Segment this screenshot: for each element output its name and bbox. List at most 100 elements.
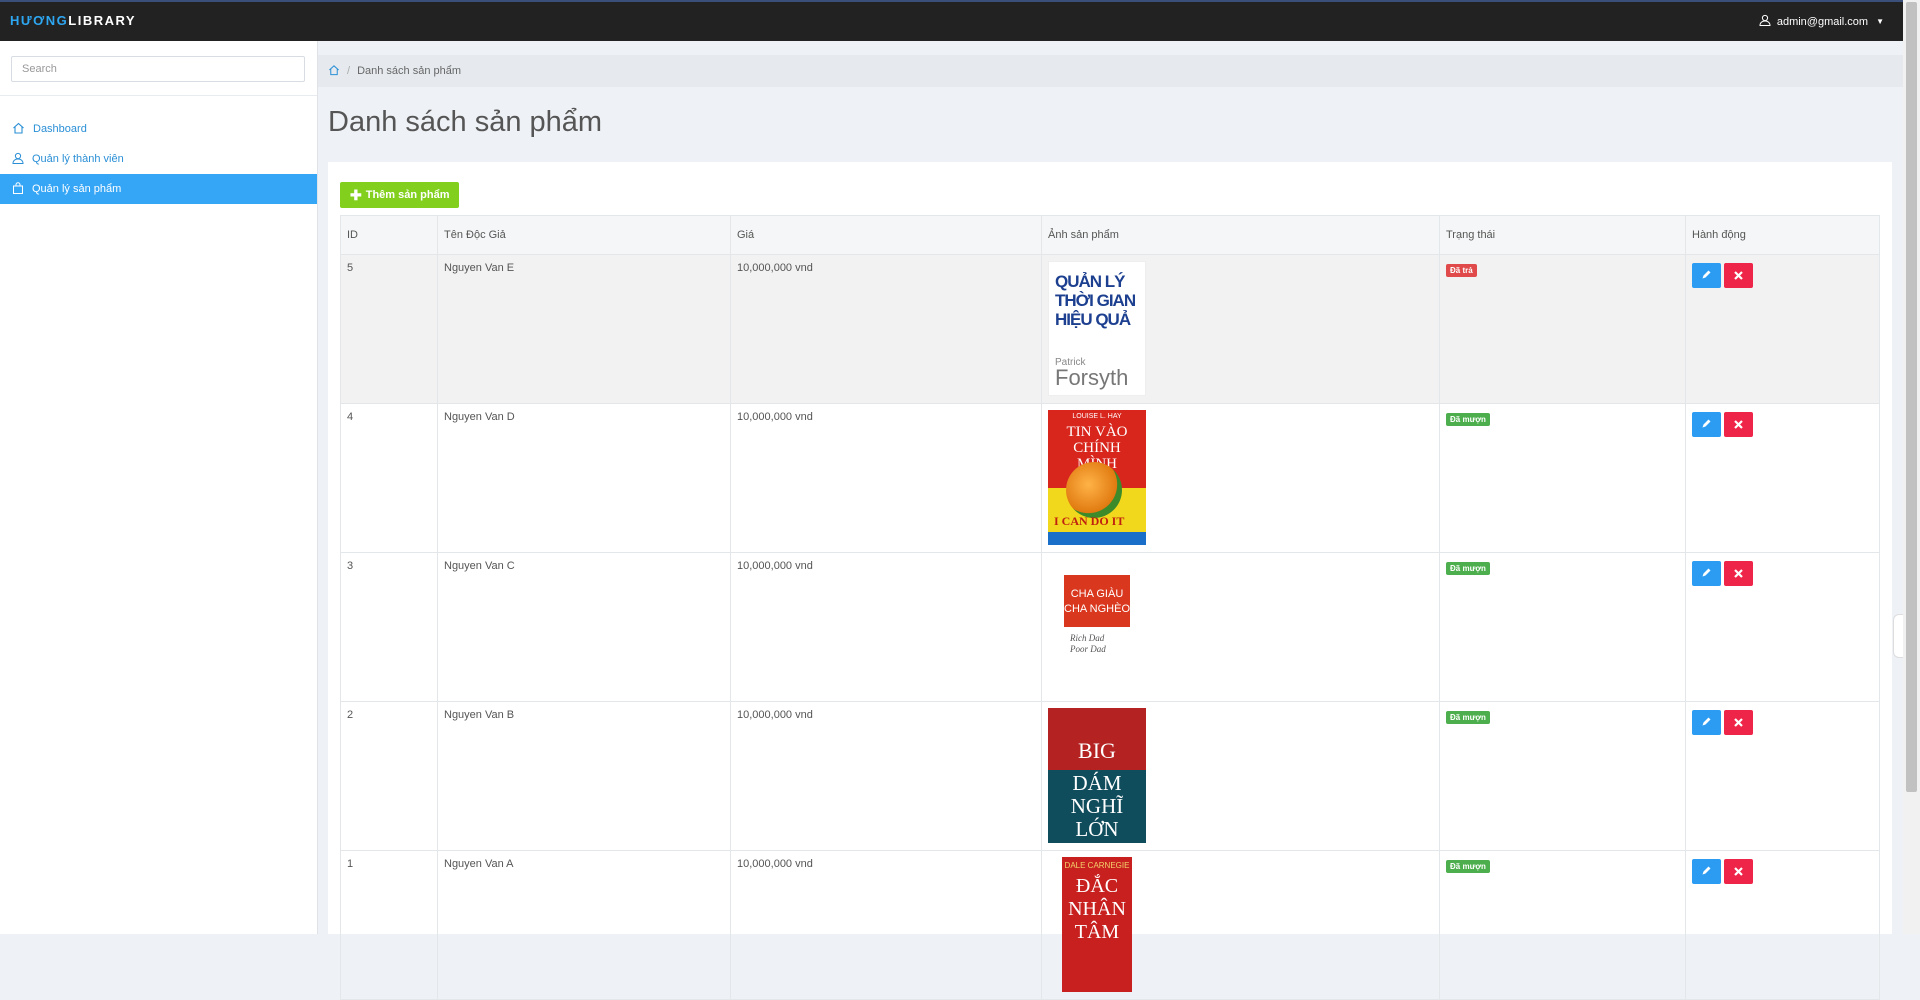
delete-button[interactable] [1724,412,1753,437]
cover-subtitle: I CAN DO IT [1054,514,1125,528]
add-product-button[interactable]: ✚ Thêm sản phẩm [340,182,460,208]
edit-button[interactable] [1692,561,1721,586]
table-row: 5 Nguyen Van E 10,000,000 vnd QUẢN LÝ TH… [340,254,1880,404]
cell-name: Nguyen Van B [437,701,731,851]
book-cover-image: QUẢN LÝ THỜI GIAN HIỆU QUẢ Patrick Forsy… [1048,261,1146,396]
breadcrumb-current: Danh sách sản phẩm [357,65,462,77]
book-cover-image: LOUISE L. HAY TIN VÀO CHÍNH MÌNH I CAN D… [1048,410,1146,545]
cell-image: LOUISE L. HAY TIN VÀO CHÍNH MÌNH I CAN D… [1041,403,1440,553]
home-icon [12,122,25,137]
cell-name: Nguyen Van A [437,850,731,1000]
cover-author: Forsyth [1055,365,1129,390]
cell-image: BIG DÁM NGHĨ LỚN [1041,701,1440,851]
brand-logo[interactable]: HƯƠNGLIBRARY [10,13,136,28]
sidebar-item-label: Dashboard [33,123,87,135]
cell-price: 10,000,000 vnd [730,701,1042,851]
cell-status: Đã mượn [1439,850,1686,1000]
sidebar-item-label: Quản lý sản phẩm [32,183,122,195]
delete-button[interactable] [1724,710,1753,735]
sidebar-item-members[interactable]: Quản lý thành viên [0,144,317,174]
brand-part1: HƯƠNG [10,13,69,28]
status-badge: Đã mượn [1446,711,1490,724]
cell-image: QUẢN LÝ THỜI GIAN HIỆU QUẢ Patrick Forsy… [1041,254,1440,404]
cell-status: Đã mượn [1439,552,1686,702]
book-cover-image: CHA GIÀU CHA NGHÈO Rich Dad Poor Dad [1062,559,1132,694]
sidebar-nav: Dashboard Quản lý thành viên Quản lý sản… [0,114,317,204]
cell-name: Nguyen Van C [437,552,731,702]
bag-icon [12,181,24,197]
status-badge: Đã mượn [1446,860,1490,873]
delete-button[interactable] [1724,263,1753,288]
cell-status: Đã mượn [1439,403,1686,553]
column-header[interactable]: Hành động [1685,215,1880,255]
column-header[interactable]: Trạng thái [1439,215,1686,255]
close-icon [1734,417,1743,432]
user-icon [1759,14,1771,29]
sidebar: Dashboard Quản lý thành viên Quản lý sản… [0,41,318,934]
cell-image: CHA GIÀU CHA NGHÈO Rich Dad Poor Dad [1041,552,1440,702]
cell-id: 5 [340,254,438,404]
edit-button[interactable] [1692,412,1721,437]
table-row: 1 Nguyen Van A 10,000,000 vnd DALE CARNE… [340,850,1880,1000]
table-row: 3 Nguyen Van C 10,000,000 vnd CHA GIÀU C… [340,552,1880,702]
edit-button[interactable] [1692,263,1721,288]
search-input[interactable] [12,57,304,81]
book-cover-image: DALE CARNEGIE ĐẮC NHÂN TÂM [1062,857,1132,992]
cell-price: 10,000,000 vnd [730,552,1042,702]
search-box [11,56,305,82]
cell-image: DALE CARNEGIE ĐẮC NHÂN TÂM [1041,850,1440,1000]
pencil-icon [1701,566,1712,581]
cover-title-top: BIG [1078,738,1116,763]
sidebar-item-products[interactable]: Quản lý sản phẩm [0,174,317,204]
sidebar-item-dashboard[interactable]: Dashboard [0,114,317,144]
pencil-icon [1701,715,1712,730]
cell-name: Nguyen Van D [437,403,731,553]
user-menu[interactable]: admin@gmail.com ▼ [1759,14,1884,29]
edit-button[interactable] [1692,859,1721,884]
cell-id: 2 [340,701,438,851]
sidebar-divider [0,95,317,96]
pencil-icon [1701,417,1712,432]
status-badge: Đã trả [1446,264,1477,277]
cell-name: Nguyen Van E [437,254,731,404]
vertical-scrollbar[interactable] [1903,0,1920,934]
book-cover-image: BIG DÁM NGHĨ LỚN [1048,708,1146,843]
delete-button[interactable] [1724,561,1753,586]
sidebar-item-label: Quản lý thành viên [32,153,124,165]
cell-status: Đã mượn [1439,701,1686,851]
breadcrumb-separator: / [347,65,351,77]
cover-title: DÁM NGHĨ LỚN [1070,771,1124,841]
user-email: admin@gmail.com [1776,15,1869,28]
cell-price: 10,000,000 vnd [730,850,1042,1000]
cell-price: 10,000,000 vnd [730,254,1042,404]
home-icon[interactable] [328,64,340,79]
cell-actions [1685,850,1880,1000]
cover-subtitle: Rich Dad Poor Dad [1070,633,1106,654]
cell-id: 3 [340,552,438,702]
column-header[interactable]: Ảnh sản phẩm [1041,215,1440,255]
close-icon [1734,268,1743,283]
products-panel: ✚ Thêm sản phẩm ID Tên Độc Giả Giá Ảnh s… [328,162,1892,1000]
top-navbar: HƯƠNGLIBRARY admin@gmail.com ▼ [0,0,1920,41]
delete-button[interactable] [1724,859,1753,884]
table-row: 2 Nguyen Van B 10,000,000 vnd BIG DÁM NG… [340,701,1880,851]
cell-actions [1685,552,1880,702]
table-row: 4 Nguyen Van D 10,000,000 vnd LOUISE L. … [340,403,1880,553]
products-table: ID Tên Độc Giả Giá Ảnh sản phẩm Trạng th… [340,215,1880,1000]
pencil-icon [1701,268,1712,283]
status-badge: Đã mượn [1446,413,1490,426]
cover-title: CHA GIÀU CHA NGHÈO [1064,588,1131,615]
table-header-row: ID Tên Độc Giả Giá Ảnh sản phẩm Trạng th… [340,215,1880,255]
edit-button[interactable] [1692,710,1721,735]
column-header[interactable]: Giá [730,215,1042,255]
column-header[interactable]: ID [340,215,438,255]
user-icon [12,152,24,167]
cell-actions [1685,701,1880,851]
cell-actions [1685,403,1880,553]
brand-part2: LIBRARY [68,13,137,28]
cell-id: 4 [340,403,438,553]
close-icon [1734,864,1743,879]
scrollbar-thumb[interactable] [1906,2,1917,792]
caret-down-icon: ▼ [1876,17,1884,26]
column-header[interactable]: Tên Độc Giả [437,215,731,255]
